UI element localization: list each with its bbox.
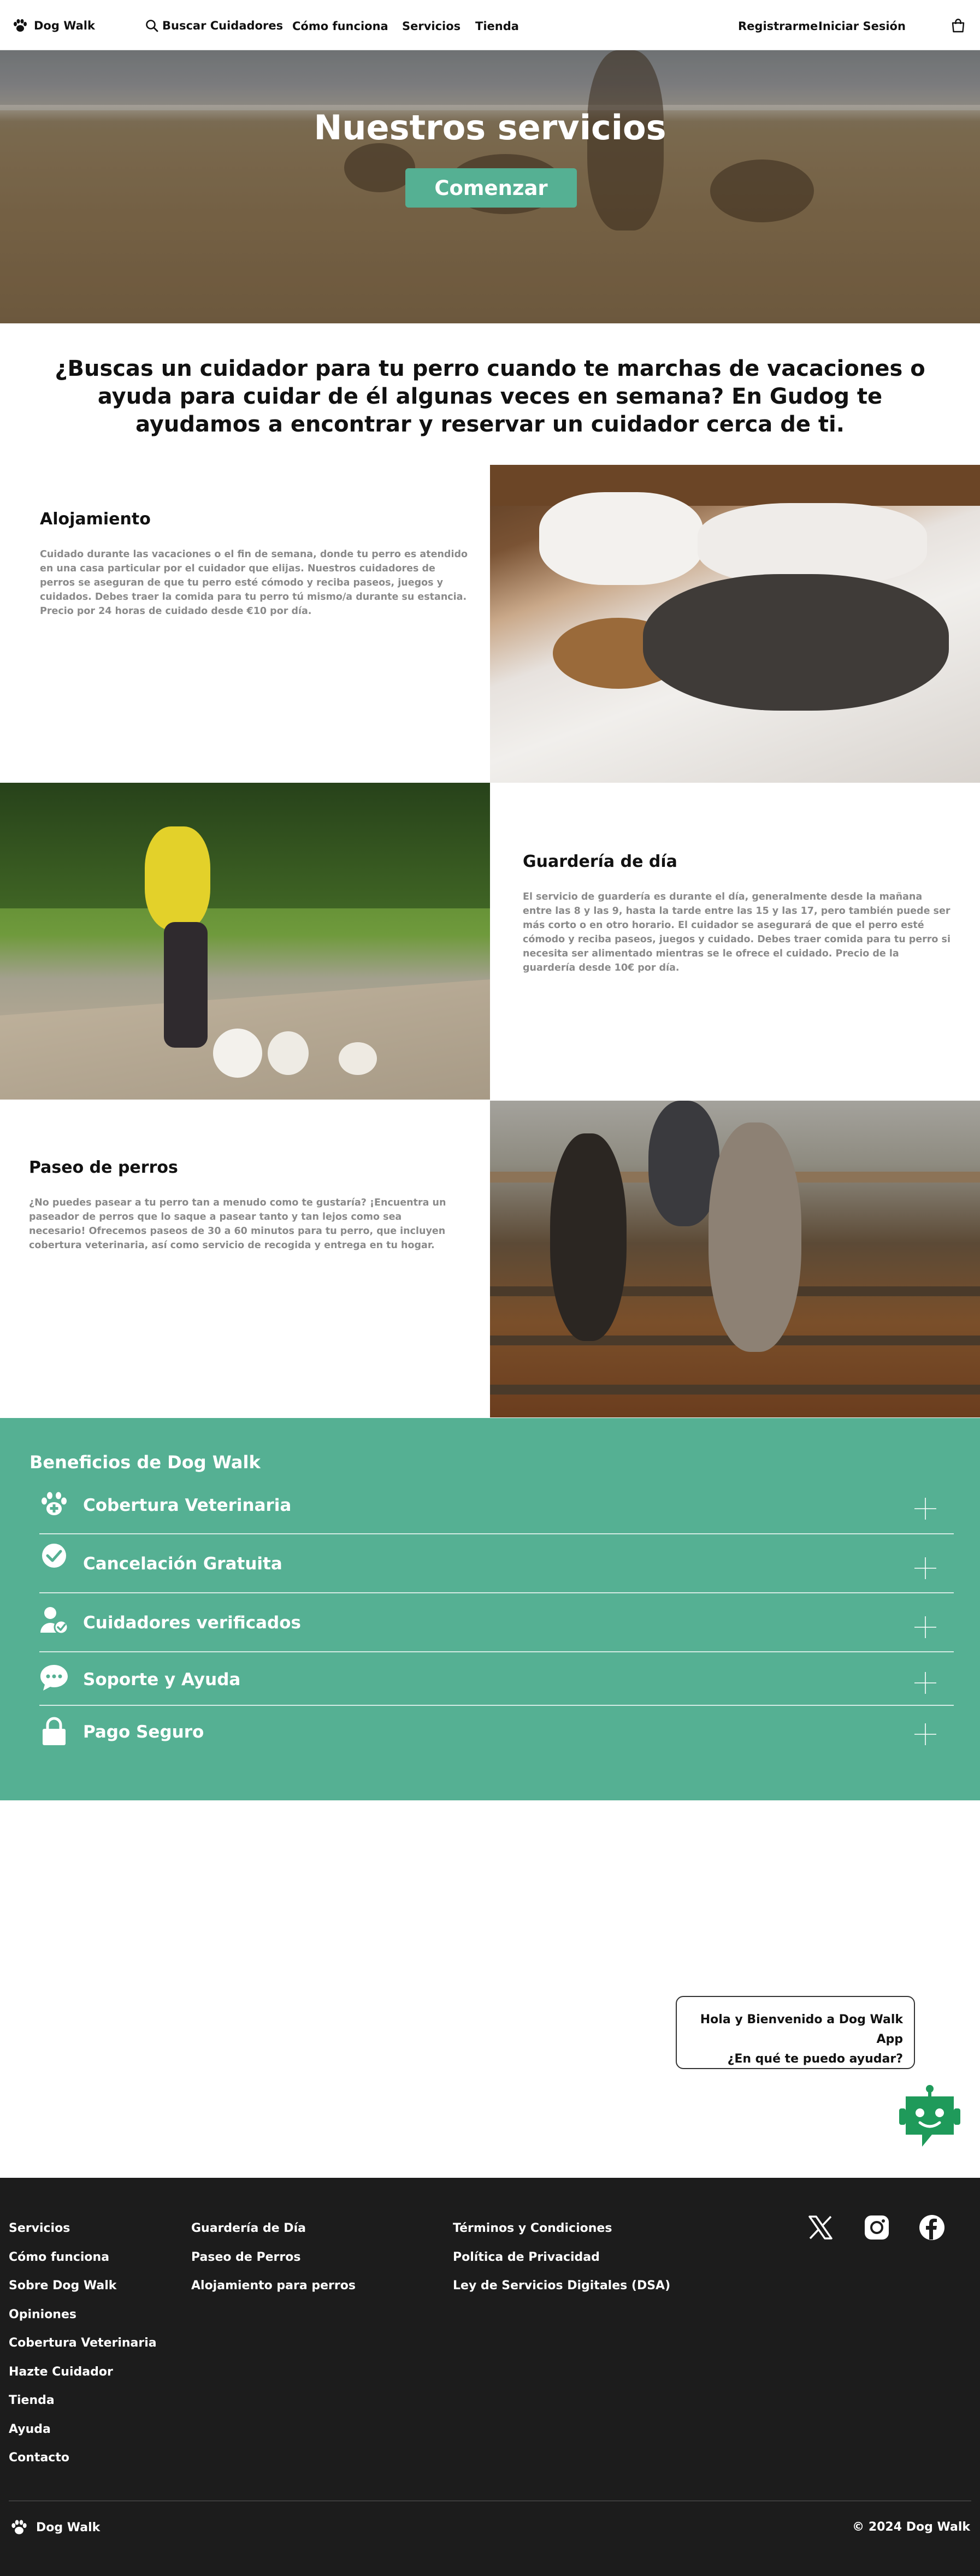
hero-title: Nuestros servicios [314, 108, 666, 147]
service-title: Guardería de día [523, 852, 677, 871]
footer-link-dog-walking[interactable]: Paseo de Perros [191, 2250, 356, 2279]
footer-link-dsa[interactable]: Ley de Servicios Digitales (DSA) [453, 2279, 670, 2308]
footer-link-daycare[interactable]: Guardería de Día [191, 2221, 356, 2250]
benefit-verified-caregivers[interactable]: Cuidadores verificados [39, 1593, 954, 1652]
site-footer: Servicios Cómo funciona Sobre Dog Walk O… [0, 2178, 980, 2576]
brand-name: Dog Walk [34, 19, 95, 32]
pillow [698, 503, 927, 585]
white-dog [268, 1031, 309, 1075]
expand-plus-icon[interactable] [913, 1671, 937, 1695]
benefit-label: Cuidadores verificados [83, 1613, 301, 1633]
intro-heading: ¿Buscas un cuidador para tu perro cuando… [55, 356, 925, 437]
dog-black [550, 1133, 627, 1341]
photo-dogs-on-bed [490, 465, 980, 783]
service-description: El servicio de guardería es durante el d… [523, 891, 951, 973]
footer-link-how-it-works[interactable]: Cómo funciona [9, 2250, 157, 2279]
hero-banner: Nuestros servicios Comenzar [0, 50, 980, 323]
footer-link-terms[interactable]: Términos y Condiciones [453, 2221, 670, 2250]
nav-login[interactable]: Iniciar Sesión [818, 20, 906, 33]
chatbot-greeting-bubble[interactable]: Hola y Bienvenido a Dog Walk App ¿En qué… [676, 1996, 915, 2069]
photo-dogs-on-stairs [490, 1101, 980, 1417]
nav-how-it-works[interactable]: Cómo funciona [292, 20, 388, 33]
nav-search-label: Buscar Cuidadores [162, 19, 284, 32]
trees [0, 783, 490, 908]
benefit-label: Cobertura Veterinaria [83, 1496, 292, 1515]
footer-link-reviews[interactable]: Opiniones [9, 2308, 157, 2337]
footer-link-vet-coverage[interactable]: Cobertura Veterinaria [9, 2336, 157, 2365]
facebook-icon[interactable] [918, 2214, 946, 2241]
footer-brand-name: Dog Walk [36, 2520, 101, 2534]
instagram-icon[interactable] [863, 2214, 890, 2241]
benefit-free-cancellation[interactable]: Cancelación Gratuita [39, 1534, 954, 1593]
pillow [539, 492, 703, 585]
expand-plus-icon[interactable] [913, 1615, 937, 1639]
chat-bubble-icon [40, 1665, 68, 1691]
benefit-label: Cancelación Gratuita [83, 1554, 282, 1574]
paw-plus-icon [42, 1492, 67, 1515]
benefit-label: Pago Seguro [83, 1722, 204, 1742]
nav-services[interactable]: Servicios [402, 20, 461, 33]
footer-link-privacy[interactable]: Política de Privacidad [453, 2250, 670, 2279]
footer-link-contact[interactable]: Contacto [9, 2451, 157, 2480]
benefits-title: Beneficios de Dog Walk [29, 1452, 261, 1473]
footer-column-main: Servicios Cómo funciona Sobre Dog Walk O… [9, 2221, 157, 2480]
service-title: Paseo de perros [29, 1158, 178, 1177]
nav-store[interactable]: Tienda [475, 20, 519, 33]
x-twitter-icon[interactable] [807, 2214, 834, 2241]
benefit-support-help[interactable]: Soporte y Ayuda [39, 1652, 954, 1706]
benefit-vet-coverage[interactable]: Cobertura Veterinaria [39, 1484, 954, 1534]
footer-link-store[interactable]: Tienda [9, 2394, 157, 2423]
white-dog [213, 1029, 262, 1078]
expand-plus-icon[interactable] [913, 1722, 937, 1746]
top-navbar: Dog Walk Buscar Cuidadores Cómo funciona… [0, 0, 980, 50]
service-description: Cuidado durante las vacaciones o el fin … [40, 549, 468, 617]
start-button[interactable]: Comenzar [405, 168, 577, 208]
photo-woman-walking-dogs [0, 783, 490, 1100]
benefit-label: Soporte y Ayuda [83, 1670, 241, 1689]
person-legs [164, 922, 208, 1048]
service-lodging: Alojamiento Cuidado durante las vacacion… [40, 510, 469, 618]
nav-search-caregivers[interactable]: Buscar Cuidadores [145, 19, 283, 33]
nav-register[interactable]: Registrarme [738, 20, 818, 33]
footer-link-help[interactable]: Ayuda [9, 2423, 157, 2451]
paw-icon [14, 19, 27, 32]
footer-link-become-caregiver[interactable]: Hazte Cuidador [9, 2365, 157, 2394]
white-dog [339, 1042, 377, 1075]
brand-logo[interactable]: Dog Walk [12, 17, 95, 34]
shopping-bag-icon[interactable] [951, 18, 966, 33]
footer-link-about[interactable]: Sobre Dog Walk [9, 2279, 157, 2308]
check-circle-icon [42, 1544, 66, 1568]
service-description: ¿No puedes pasear a tu perro tan a menud… [29, 1197, 446, 1251]
service-daycare: Guardería de día El servicio de guarderí… [523, 852, 954, 975]
footer-brand[interactable]: Dog Walk [10, 2518, 100, 2537]
chatbot-greeting-line2: ¿En qué te puedo ayudar? [727, 2052, 903, 2066]
copyright-text: © 2024 Dog Walk [852, 2520, 970, 2534]
expand-plus-icon[interactable] [913, 1556, 937, 1580]
footer-column-services: Guardería de Día Paseo de Perros Alojami… [191, 2221, 356, 2308]
user-check-icon [40, 1607, 69, 1635]
footer-link-lodging[interactable]: Alojamiento para perros [191, 2279, 356, 2308]
benefit-secure-payment[interactable]: Pago Seguro [39, 1706, 954, 1756]
chatbot-greeting-line1: Hola y Bienvenido a Dog Walk App [700, 2013, 903, 2046]
stair-step [490, 1385, 980, 1395]
lock-icon [43, 1717, 66, 1745]
search-icon [146, 20, 158, 32]
expand-plus-icon[interactable] [913, 1497, 937, 1521]
chatbot-robot-icon[interactable] [898, 2084, 961, 2152]
dog-weimaraner [709, 1122, 801, 1352]
benefits-section: Beneficios de Dog Walk Cobertura Veterin… [0, 1418, 980, 1800]
footer-link-services[interactable]: Servicios [9, 2221, 157, 2250]
service-title: Alojamiento [40, 510, 151, 529]
service-dog-walking: Paseo de perros ¿No puedes pasear a tu p… [29, 1158, 461, 1252]
person-yellow-jacket [145, 826, 210, 930]
paw-icon [11, 2520, 27, 2534]
footer-column-legal: Términos y Condiciones Política de Priva… [453, 2221, 670, 2308]
dog-gray [643, 574, 949, 711]
